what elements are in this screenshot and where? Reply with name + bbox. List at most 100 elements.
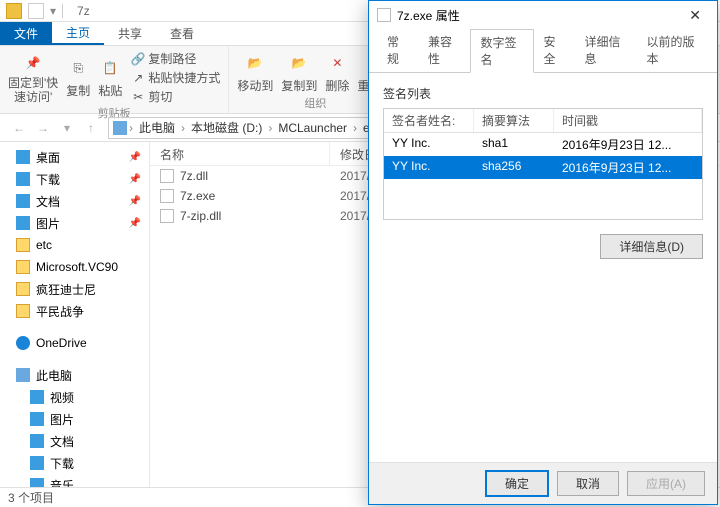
downloads-icon xyxy=(16,172,30,186)
signature-row[interactable]: YY Inc. sha256 2016年9月23日 12... xyxy=(384,156,702,179)
chevron-right-icon[interactable]: › xyxy=(268,121,272,135)
paste-icon: 📋 xyxy=(98,56,122,80)
sidebar-item-documents2[interactable]: 文档 xyxy=(0,430,149,452)
documents-icon xyxy=(30,434,44,448)
pictures-icon xyxy=(16,216,30,230)
documents-icon xyxy=(16,194,30,208)
sidebar-item-documents[interactable]: 文档📌 xyxy=(0,190,149,212)
sidebar-item-onedrive[interactable]: OneDrive xyxy=(0,332,149,354)
forward-button[interactable]: → xyxy=(32,117,54,139)
pictures-icon xyxy=(30,412,44,426)
sidebar-item-etc[interactable]: etc xyxy=(0,234,149,256)
qat-dropdown-icon[interactable]: ▾ xyxy=(50,4,56,18)
sidebar-item-downloads2[interactable]: 下载 xyxy=(0,452,149,474)
sidebar-item-music[interactable]: 音乐 xyxy=(0,474,149,487)
col-digest-algorithm[interactable]: 摘要算法 xyxy=(474,109,554,132)
cancel-button[interactable]: 取消 xyxy=(557,471,619,496)
up-button[interactable]: ↑ xyxy=(80,117,102,139)
signature-table: 签名者姓名: 摘要算法 时间戳 YY Inc. sha1 2016年9月23日 … xyxy=(383,108,703,220)
recent-dropdown[interactable]: ▾ xyxy=(56,117,78,139)
signature-table-header: 签名者姓名: 摘要算法 时间戳 xyxy=(384,109,702,133)
signature-row[interactable]: YY Inc. sha1 2016年9月23日 12... xyxy=(384,133,702,156)
tab-share[interactable]: 共享 xyxy=(104,22,156,45)
file-name: 7-zip.dll xyxy=(180,209,221,223)
chevron-right-icon[interactable]: › xyxy=(181,121,185,135)
tab-digital-signatures[interactable]: 数字签名 xyxy=(470,29,534,73)
sidebar-item-disney[interactable]: 疯狂迪士尼 xyxy=(0,278,149,300)
pin-label: 固定到'快 速访问' xyxy=(8,77,58,103)
apply-button[interactable]: 应用(A) xyxy=(627,471,705,496)
folder-icon xyxy=(16,282,30,296)
copy-to-button[interactable]: 📂复制到 xyxy=(281,51,317,94)
timestamp: 2016年9月23日 12... xyxy=(554,133,702,156)
clipboard-stack: 🔗复制路径 ↗粘贴快捷方式 ✂剪切 xyxy=(130,50,220,105)
signer-name: YY Inc. xyxy=(384,156,474,179)
exe-icon xyxy=(160,189,174,203)
status-text: 3 个项目 xyxy=(8,489,54,506)
separator xyxy=(62,4,63,18)
explorer-icon xyxy=(28,3,44,19)
sidebar-item-msvc[interactable]: Microsoft.VC90 xyxy=(0,256,149,278)
crumb-drive-d[interactable]: 本地磁盘 (D:) xyxy=(187,119,266,136)
sidebar-item-thispc[interactable]: 此电脑 xyxy=(0,364,149,386)
tab-general[interactable]: 常规 xyxy=(377,29,418,72)
copy-icon: ⎘ xyxy=(66,56,90,80)
crumb-mclauncher[interactable]: MCLauncher xyxy=(274,121,351,135)
crumb-thispc[interactable]: 此电脑 xyxy=(135,119,179,136)
sidebar-item-war[interactable]: 平民战争 xyxy=(0,300,149,322)
group-label-organize: 组织 xyxy=(304,95,326,111)
sidebar-item-pictures2[interactable]: 图片 xyxy=(0,408,149,430)
exe-icon xyxy=(377,8,391,22)
tab-file[interactable]: 文件 xyxy=(0,22,52,45)
delete-icon: ✕ xyxy=(325,51,349,75)
col-timestamp[interactable]: 时间戳 xyxy=(554,109,702,132)
col-name[interactable]: 名称 xyxy=(150,142,330,165)
quick-access-toolbar: ▾ 7z xyxy=(0,3,90,19)
detail-button-row: 详细信息(D) xyxy=(383,234,703,259)
move-to-button[interactable]: 📂移动到 xyxy=(237,51,273,94)
tab-compatibility[interactable]: 兼容性 xyxy=(418,29,470,72)
copy-button[interactable]: ⎘ 复制 xyxy=(66,56,90,99)
pc-icon xyxy=(16,368,30,382)
chevron-right-icon[interactable]: › xyxy=(129,121,133,135)
digest-alg: sha256 xyxy=(474,156,554,179)
paste-button[interactable]: 📋 粘贴 xyxy=(98,56,122,99)
desktop-icon xyxy=(16,150,30,164)
pin-icon: 📌 xyxy=(21,51,45,75)
tab-view[interactable]: 查看 xyxy=(156,22,208,45)
ribbon-group-clipboard: 📌 固定到'快 速访问' ⎘ 复制 📋 粘贴 🔗复制路径 ↗粘贴快捷方式 ✂剪切… xyxy=(0,46,229,113)
cut-button[interactable]: ✂剪切 xyxy=(130,88,220,105)
pc-icon xyxy=(113,121,127,135)
pin-icon: 📌 xyxy=(129,174,141,185)
navigation-pane[interactable]: 桌面📌 下载📌 文档📌 图片📌 etc Microsoft.VC90 疯狂迪士尼… xyxy=(0,142,150,487)
sidebar-item-pictures[interactable]: 图片📌 xyxy=(0,212,149,234)
pin-icon: 📌 xyxy=(129,152,141,163)
pin-quickaccess-button[interactable]: 📌 固定到'快 速访问' xyxy=(8,51,58,103)
folder-icon xyxy=(16,260,30,274)
pin-icon: 📌 xyxy=(129,218,141,229)
tab-details[interactable]: 详细信息 xyxy=(575,29,637,72)
ok-button[interactable]: 确定 xyxy=(485,470,549,497)
chevron-right-icon[interactable]: › xyxy=(353,121,357,135)
nav-buttons: ← → ▾ ↑ xyxy=(8,117,102,139)
details-button[interactable]: 详细信息(D) xyxy=(600,234,703,259)
delete-button[interactable]: ✕删除 xyxy=(325,51,349,94)
col-signer-name[interactable]: 签名者姓名: xyxy=(384,109,474,132)
paste-shortcut-button[interactable]: ↗粘贴快捷方式 xyxy=(130,69,220,86)
dll-icon xyxy=(160,209,174,223)
sidebar-item-desktop[interactable]: 桌面📌 xyxy=(0,146,149,168)
signature-list-label: 签名列表 xyxy=(383,85,703,102)
tab-previous-versions[interactable]: 以前的版本 xyxy=(637,29,710,72)
file-name: 7z.exe xyxy=(180,189,215,203)
shortcut-icon: ↗ xyxy=(130,70,146,86)
copy-path-button[interactable]: 🔗复制路径 xyxy=(130,50,220,67)
pin-icon: 📌 xyxy=(129,196,141,207)
dialog-close-button[interactable]: ✕ xyxy=(681,7,709,24)
tab-security[interactable]: 安全 xyxy=(534,29,575,72)
dialog-tabs: 常规 兼容性 数字签名 安全 详细信息 以前的版本 xyxy=(369,29,717,73)
folder-icon xyxy=(6,3,22,19)
tab-home[interactable]: 主页 xyxy=(52,22,104,45)
sidebar-item-downloads[interactable]: 下载📌 xyxy=(0,168,149,190)
sidebar-item-videos[interactable]: 视频 xyxy=(0,386,149,408)
back-button[interactable]: ← xyxy=(8,117,30,139)
